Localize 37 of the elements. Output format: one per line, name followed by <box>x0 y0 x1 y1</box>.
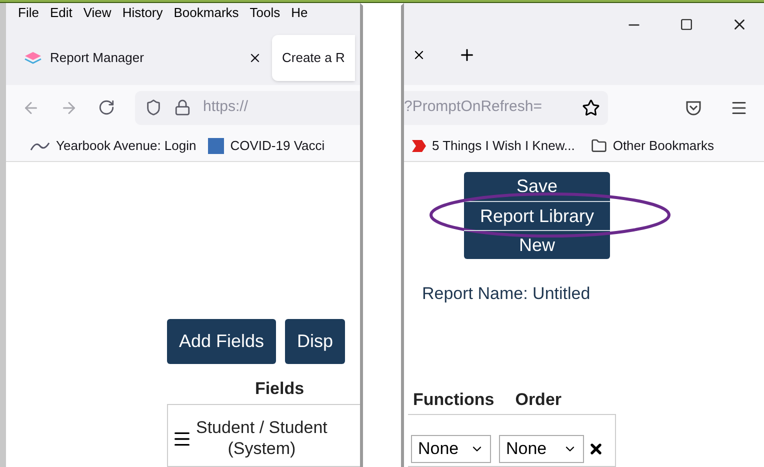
menu-item[interactable]: Tools <box>250 3 280 22</box>
remove-icon[interactable] <box>588 441 604 457</box>
shield-icon <box>145 99 162 116</box>
stack-icon <box>24 50 42 64</box>
maximize-icon[interactable] <box>680 18 693 31</box>
report-name: Report Name: Untitled <box>422 283 592 305</box>
action-button[interactable]: Disp <box>285 319 346 364</box>
folder-icon <box>590 138 607 154</box>
menu-item[interactable]: File <box>18 3 39 22</box>
action-button[interactable]: Add Fields <box>167 319 276 364</box>
reload-icon[interactable] <box>98 99 115 116</box>
menu-item[interactable]: View <box>83 3 112 22</box>
bookmark-link[interactable]: COVID-19 Vacci <box>208 136 325 156</box>
menu-item[interactable]: History <box>122 3 163 22</box>
column-header: Order <box>515 388 562 410</box>
menu-item[interactable]: He <box>291 3 308 22</box>
column-header: Fields <box>254 378 306 400</box>
new-tab-icon[interactable] <box>458 46 476 64</box>
bookmark-link[interactable]: Other Bookmarks <box>590 136 714 156</box>
lock-icon <box>174 99 191 116</box>
dropdown-select[interactable]: None <box>499 435 584 463</box>
flag-icon <box>412 140 426 152</box>
close-tab-icon[interactable] <box>412 48 426 62</box>
menu-button[interactable]: Save <box>464 172 610 201</box>
browser-tab[interactable]: Report Manager <box>14 34 272 80</box>
bookmark-link[interactable]: Yearbook Avenue: Login <box>30 136 196 156</box>
browser-tab[interactable]: Create a R <box>272 34 355 80</box>
dropdown-select[interactable]: None <box>411 435 491 463</box>
menu-button[interactable]: New <box>464 230 610 259</box>
bookmark-link[interactable]: 5 Things I Wish I Knew... <box>412 136 575 156</box>
menu-item[interactable]: Edit <box>50 3 72 22</box>
star-icon[interactable] <box>582 98 600 116</box>
square-logo-icon <box>208 138 224 154</box>
field-name: Student / Student (System) <box>196 416 328 458</box>
pocket-icon[interactable] <box>685 100 702 116</box>
menu-item[interactable]: Bookmarks <box>174 3 239 22</box>
column-header: Functions <box>413 388 494 410</box>
